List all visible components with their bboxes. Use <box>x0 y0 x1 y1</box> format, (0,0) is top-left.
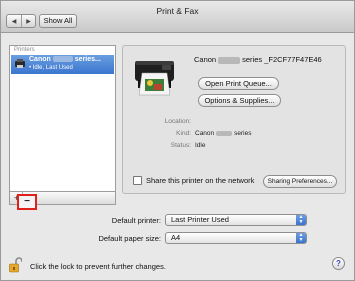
printer-item-name: Canon series... <box>29 56 101 63</box>
lock-open-icon[interactable] <box>9 257 22 273</box>
default-printer-popup[interactable]: Last Printer Used ▲ ▼ <box>165 214 307 226</box>
kind-value: Canon series <box>195 130 252 137</box>
forward-button[interactable]: ▶ <box>21 15 35 27</box>
default-printer-value: Last Printer Used <box>171 215 229 224</box>
title-bar: Print & Fax ◀ ▶ Show All <box>1 1 354 33</box>
default-printer-label: Default printer: <box>111 216 161 225</box>
popup-arrows-icon: ▲ ▼ <box>296 233 306 243</box>
remove-printer-button[interactable]: − <box>17 194 37 210</box>
back-button[interactable]: ◀ <box>7 15 21 27</box>
help-button[interactable]: ? <box>332 257 345 270</box>
show-all-button[interactable]: Show All <box>39 14 77 28</box>
popup-arrows-icon: ▲ ▼ <box>296 215 306 225</box>
kind-label: Kind: <box>176 130 191 137</box>
redacted-model <box>218 56 241 64</box>
redacted-model <box>52 56 73 63</box>
options-supplies-button[interactable]: Options & Supplies... <box>198 94 281 107</box>
default-paper-size-label: Default paper size: <box>98 234 161 243</box>
status-label: Status: <box>170 142 191 149</box>
sharing-preferences-button[interactable]: Sharing Preferences... <box>263 175 337 188</box>
lock-message: Click the lock to prevent further change… <box>30 262 166 271</box>
location-label: Location: <box>164 118 191 125</box>
status-value: Idle <box>195 142 206 149</box>
share-printer-checkbox[interactable] <box>133 176 142 185</box>
redacted-model <box>216 130 233 136</box>
print-fax-window: Print & Fax ◀ ▶ Show All Printers Canon s… <box>0 0 355 281</box>
printer-name: Canon series _F2CF77F47E46 <box>194 55 322 64</box>
nav-button-group: ◀ ▶ <box>6 14 36 28</box>
open-print-queue-button[interactable]: Open Print Queue... <box>198 77 279 90</box>
printer-list-header: Printers <box>14 47 35 53</box>
default-paper-size-value: A4 <box>171 233 181 242</box>
default-paper-size-popup[interactable]: A4 ▲ ▼ <box>165 232 307 244</box>
printer-icon <box>15 59 25 68</box>
share-printer-label[interactable]: Share this printer on the network <box>146 176 254 185</box>
printer-list: Printers Canon series... • Idle, Last Use… <box>9 45 116 192</box>
printer-item-status: • Idle, Last Used <box>29 65 73 71</box>
printer-image <box>135 61 174 96</box>
printer-list-item[interactable]: Canon series... • Idle, Last Used <box>11 55 114 74</box>
